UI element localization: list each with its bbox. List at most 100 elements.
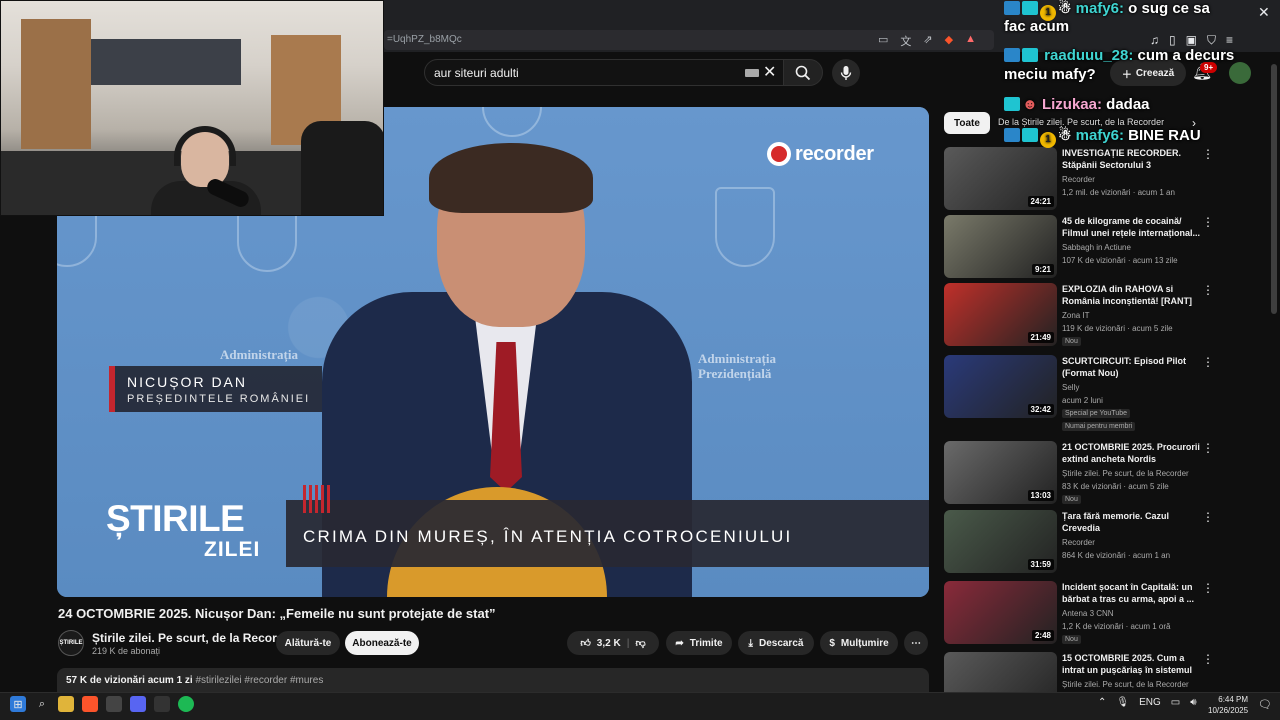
more-vertical-icon[interactable]: ⋮	[1202, 355, 1214, 369]
rewards-icon[interactable]: ▲	[965, 33, 976, 49]
like-count[interactable]: 3,2 K	[597, 638, 621, 649]
notification-center-icon[interactable]: 🗨︎	[1258, 698, 1272, 711]
network-icon[interactable]: ▭	[1171, 697, 1180, 708]
more-vertical-icon[interactable]: ⋮	[1202, 441, 1214, 455]
video-thumbnail[interactable]: 31:59	[944, 510, 1057, 573]
search-button[interactable]	[783, 59, 823, 86]
recommendation-item[interactable]: 32:42 SCURTCIRCUIT: Episod Pilot (Format …	[944, 355, 1214, 431]
volume-icon[interactable]: 🔊︎	[1190, 697, 1196, 708]
recommendation-meta: 1,2 mil. de vizionări · acum 1 an	[1062, 188, 1175, 197]
language-indicator[interactable]: ENG	[1139, 697, 1161, 708]
recommendation-title[interactable]: 21 OCTOMBRIE 2025. Procurorii extind anc…	[1062, 441, 1202, 465]
share-button[interactable]: ➦ Trimite	[666, 631, 732, 655]
recommendation-title[interactable]: EXPLOZIA din RAHOVA si România inconștie…	[1062, 283, 1202, 307]
recommendation-channel[interactable]: Recorder	[1062, 538, 1095, 547]
vpn-icon[interactable]: ⛉	[1207, 33, 1216, 48]
share-icon[interactable]: ⇗	[923, 33, 932, 49]
more-vertical-icon[interactable]: ⋮	[1202, 147, 1214, 161]
join-button[interactable]: Alătură-te	[276, 631, 340, 655]
discord-icon[interactable]	[130, 696, 146, 712]
start-menu-icon[interactable]: ⊞	[10, 696, 26, 712]
keyboard-icon[interactable]	[745, 69, 759, 77]
brave-browser-icon[interactable]	[82, 696, 98, 712]
show-brand: ȘTIRILE ZILEI	[106, 500, 259, 562]
thanks-button[interactable]: $ Mulțumire	[820, 631, 898, 655]
video-thumbnail[interactable]: 24:21	[944, 147, 1057, 210]
recommendation-channel[interactable]: Știrile zilei. Pe scurt, de la Recorder	[1062, 680, 1189, 689]
video-thumbnail[interactable]: 32:42	[944, 355, 1057, 418]
video-thumbnail[interactable]: 21:49	[944, 283, 1057, 346]
recommendation-title[interactable]: SCURTCIRCUIT: Episod Pilot (Format Nou)	[1062, 355, 1202, 379]
more-actions-button[interactable]: ⋯	[904, 631, 928, 655]
download-button[interactable]: ⤓ Descarcă	[738, 631, 814, 655]
recommendation-item[interactable]: 9:21 45 de kilograme de cocaină/ Filmul u…	[944, 215, 1214, 279]
hashtags[interactable]: #stirilezilei #recorder #mures	[196, 675, 324, 686]
ticker-accent-bars	[303, 485, 330, 513]
translate-icon[interactable]: 文	[900, 33, 911, 49]
search-taskbar-icon[interactable]: ⌕	[34, 696, 50, 712]
channel-avatar[interactable]: ȘTIRILE	[58, 630, 84, 656]
sub-badge-icon	[1004, 128, 1020, 142]
clear-search-icon[interactable]: ✕	[763, 62, 776, 82]
recommendation-item[interactable]: 21:49 EXPLOZIA din RAHOVA si România inco…	[944, 283, 1214, 347]
file-explorer-icon[interactable]	[58, 696, 74, 712]
chevron-up-icon[interactable]: ⌃	[1098, 697, 1106, 708]
app-icon[interactable]	[106, 696, 122, 712]
mic-tray-icon[interactable]: 🎙︎	[1116, 697, 1129, 708]
like-icon[interactable]: 👍︎	[580, 637, 590, 649]
sidebar-icon[interactable]: ▯	[1169, 33, 1176, 48]
voice-search-button[interactable]	[832, 59, 860, 87]
system-tray: ⌃ 🎙︎ ENG ▭ 🔊︎	[1098, 697, 1197, 708]
scrollbar[interactable]	[1271, 64, 1277, 314]
recommendation-title[interactable]: 15 OCTOMBRIE 2025. Cum a intrat un pușcă…	[1062, 652, 1202, 676]
more-vertical-icon[interactable]: ⋮	[1202, 581, 1214, 595]
recommendation-channel[interactable]: Antena 3 CNN	[1062, 609, 1114, 618]
recommendation-item[interactable]: 13:03 21 OCTOMBRIE 2025. Procurorii extin…	[944, 441, 1214, 505]
dislike-icon[interactable]: 👎︎	[636, 637, 646, 649]
filter-chip-all[interactable]: Toate	[944, 112, 990, 134]
clock[interactable]: 6:44 PM 10/26/2025	[1208, 694, 1248, 716]
recommendation-channel[interactable]: Selly	[1062, 383, 1079, 392]
recommendation-item[interactable]: 2:48 Incident șocant în Capitală: un bărb…	[944, 581, 1214, 645]
level-badge-icon	[1004, 97, 1020, 111]
obs-icon[interactable]	[154, 696, 170, 712]
more-vertical-icon[interactable]: ⋮	[1202, 510, 1214, 524]
video-thumbnail[interactable]: 13:03	[944, 441, 1057, 504]
recommendation-title[interactable]: INVESTIGAȚIE RECORDER. Stăpânii Sectorul…	[1062, 147, 1202, 171]
ticker-headline: CRIMA DIN MUREȘ, ÎN ATENȚIA COTROCENIULU…	[303, 527, 793, 546]
duration-badge: 21:49	[1027, 332, 1054, 343]
recommendation-item[interactable]: 24:21 INVESTIGAȚIE RECORDER. Stăpânii Sec…	[944, 147, 1214, 211]
recommendation-channel[interactable]: Recorder	[1062, 175, 1095, 184]
sub-badge-icon	[1004, 48, 1020, 62]
window-close-button[interactable]: ✕	[1258, 4, 1270, 21]
more-vertical-icon[interactable]: ⋮	[1202, 215, 1214, 229]
recommendation-channel[interactable]: Știrile zilei. Pe scurt, de la Recorder	[1062, 469, 1189, 478]
more-horizontal-icon: ⋯	[911, 637, 921, 649]
more-vertical-icon[interactable]: ⋮	[1202, 652, 1214, 666]
address-text[interactable]: =UqhPZ_b8MQc	[387, 34, 462, 45]
chat-username: mafy6:	[1075, 0, 1124, 17]
music-icon[interactable]: ♫	[1150, 33, 1159, 48]
search-input-value[interactable]: aur siteuri adulti	[434, 66, 519, 80]
more-vertical-icon[interactable]: ⋮	[1202, 283, 1214, 297]
crest-emblem-icon	[715, 187, 775, 267]
description-summary[interactable]: 57 K de vizionări acum 1 zi #stirilezile…	[66, 675, 323, 686]
cast-icon[interactable]: ▭	[878, 33, 888, 49]
wallet-icon[interactable]: ▣	[1186, 33, 1197, 48]
menu-icon[interactable]: ≡	[1226, 33, 1233, 48]
subscribe-button[interactable]: Abonează-te	[345, 631, 419, 655]
level-badge-icon	[1022, 48, 1038, 62]
recommendation-title[interactable]: Incident șocant în Capitală: un bărbat a…	[1062, 581, 1202, 605]
channel-name[interactable]: Știrile zilei. Pe scurt, de la Recorder	[92, 631, 295, 645]
account-avatar[interactable]	[1229, 62, 1251, 84]
video-thumbnail[interactable]: 9:21	[944, 215, 1057, 278]
recommendation-item[interactable]: 31:59 Țara fără memorie. Cazul Crevedia Re…	[944, 510, 1214, 574]
brave-shield-icon[interactable]: ◆	[945, 33, 953, 49]
address-bar-icons: ▭ 文 ⇗ ◆ ▲	[878, 33, 976, 49]
video-thumbnail[interactable]: 2:48	[944, 581, 1057, 644]
recommendation-title[interactable]: Țara fără memorie. Cazul Crevedia	[1062, 510, 1202, 534]
spotify-icon[interactable]	[178, 696, 194, 712]
recommendation-channel[interactable]: Zona IT	[1062, 311, 1090, 320]
recommendation-title[interactable]: 45 de kilograme de cocaină/ Filmul unei …	[1062, 215, 1202, 239]
recommendation-channel[interactable]: Sabbagh in Actiune	[1062, 243, 1131, 252]
